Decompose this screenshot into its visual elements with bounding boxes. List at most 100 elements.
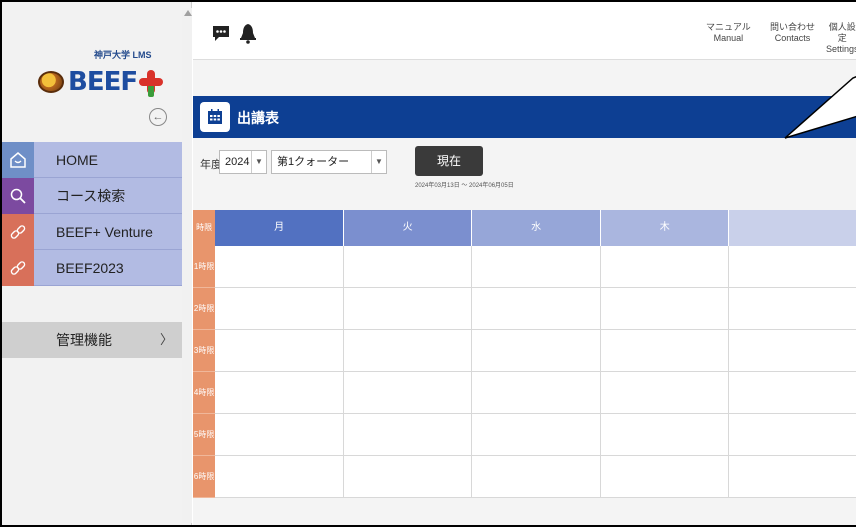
timetable-cell[interactable]: [343, 414, 473, 456]
timetable-cell[interactable]: [343, 372, 473, 414]
period-header: 時限: [193, 210, 216, 246]
settings-link[interactable]: 個人設定 Settings: [826, 22, 856, 55]
page-title: 出講表: [237, 110, 279, 126]
year-value: 2024: [225, 156, 250, 168]
timetable-header: 時限 月 火 水 木: [193, 210, 856, 246]
chevron-right-icon: 〉: [160, 332, 174, 347]
date-range: 2024年03月13日 ～ 2024年06月05日: [415, 183, 514, 189]
day-header-thu: 木: [600, 210, 730, 246]
home-icon: [2, 142, 34, 178]
contacts-label-ja: 問い合わせ: [770, 22, 816, 32]
university-label: 神戸大学 LMS: [94, 50, 152, 60]
day-header-mon: 月: [215, 210, 344, 246]
manual-label-ja: マニュアル: [706, 22, 751, 32]
timetable-cell[interactable]: [600, 330, 730, 372]
search-icon: [2, 178, 34, 214]
timetable-cell[interactable]: [600, 456, 730, 498]
chevron-down-icon: ▼: [371, 151, 386, 173]
sidebar-scrollbar[interactable]: [182, 8, 192, 523]
timetable-cell[interactable]: [600, 372, 730, 414]
timetable-cell[interactable]: [215, 456, 344, 498]
timetable-cell[interactable]: [472, 330, 601, 372]
brand-logo[interactable]: BEEF: [38, 66, 164, 98]
manual-label-en: Manual: [713, 33, 744, 43]
timetable-cell[interactable]: [600, 414, 730, 456]
sidebar-item-home[interactable]: HOME: [2, 142, 182, 178]
calendar-icon: [200, 102, 230, 132]
day-header-wed: 水: [472, 210, 601, 246]
callout-pointer-icon: [784, 76, 856, 139]
timetable-cell[interactable]: [729, 246, 856, 288]
sidebar-item-admin[interactable]: 管理機能 〉: [2, 322, 182, 358]
sidebar-item-label: コース検索: [56, 188, 126, 204]
timetable-cell[interactable]: [472, 456, 601, 498]
day-header-tue: 火: [343, 210, 473, 246]
period-label: 5時限: [193, 414, 216, 456]
contacts-link[interactable]: 問い合わせ Contacts: [770, 22, 815, 44]
year-select[interactable]: 2024 ▼: [219, 150, 267, 174]
contacts-label-en: Contacts: [774, 33, 811, 43]
timetable-cell[interactable]: [343, 246, 473, 288]
timetable-cell[interactable]: [729, 372, 856, 414]
scroll-up-icon[interactable]: [184, 10, 192, 16]
timetable-cell[interactable]: [343, 288, 473, 330]
timetable-cell[interactable]: [215, 414, 344, 456]
table-row: 2時限: [193, 288, 856, 330]
sidebar-item-beef-venture[interactable]: BEEF+ Venture: [2, 214, 182, 250]
sidebar-nav: HOME コース検索 BEEF+ Venture BEEF2023: [2, 142, 182, 286]
sidebar-item-label: BEEF+ Venture: [56, 224, 153, 240]
timetable-cell[interactable]: [215, 330, 344, 372]
day-header-fri: [729, 210, 856, 246]
timetable-cell[interactable]: [729, 288, 856, 330]
settings-label-en: Settings: [826, 44, 856, 54]
table-row: 4時限: [193, 372, 856, 414]
manual-link[interactable]: マニュアル Manual: [706, 22, 751, 44]
timetable-cell[interactable]: [215, 288, 344, 330]
timetable-cell[interactable]: [472, 372, 601, 414]
potato-logo-icon: [38, 71, 64, 93]
sidebar-item-label: BEEF2023: [56, 260, 124, 276]
brand-text: BEEF: [68, 67, 138, 97]
timetable-cell[interactable]: [343, 330, 473, 372]
top-header: マニュアル Manual 問い合わせ Contacts 個人設定 Setting…: [193, 2, 856, 60]
now-button[interactable]: 現在: [415, 146, 483, 176]
plus-logo-icon: [139, 70, 164, 97]
timetable-cell[interactable]: [472, 246, 601, 288]
period-label: 6時限: [193, 456, 216, 498]
quarter-value: 第1クォーター: [277, 156, 350, 168]
period-label: 3時限: [193, 330, 216, 372]
timetable-cell[interactable]: [472, 288, 601, 330]
table-row: 6時限: [193, 456, 856, 498]
timetable-cell[interactable]: [600, 246, 730, 288]
admin-label: 管理機能: [56, 332, 112, 348]
sidebar: 神戸大学 LMS BEEF ← HOME コース検索 BEEF+ Venture…: [2, 2, 192, 525]
period-label: 4時限: [193, 372, 216, 414]
timetable-cell[interactable]: [472, 414, 601, 456]
timetable-cell[interactable]: [729, 456, 856, 498]
app-window: 神戸大学 LMS BEEF ← HOME コース検索 BEEF+ Venture…: [0, 0, 856, 527]
page-title-bar: 出講表: [193, 96, 856, 138]
period-label: 1時限: [193, 246, 216, 288]
link-icon: [2, 214, 34, 250]
table-row: 5時限: [193, 414, 856, 456]
collapse-sidebar-button[interactable]: ←: [149, 108, 167, 126]
main-content: 出講表 年度 2024 ▼ 第1クォーター ▼ 現在 2024年03月13日 ～…: [193, 60, 856, 525]
timetable-cell[interactable]: [729, 414, 856, 456]
sidebar-item-course-search[interactable]: コース検索: [2, 178, 182, 214]
timetable-cell[interactable]: [343, 456, 473, 498]
logo-area: 神戸大学 LMS BEEF ←: [2, 2, 182, 140]
timetable-cell[interactable]: [600, 288, 730, 330]
link-icon: [2, 250, 34, 286]
settings-label-ja: 個人設定: [828, 22, 856, 43]
filter-bar: 年度 2024 ▼ 第1クォーター ▼ 現在 2024年03月13日 ～ 202…: [193, 146, 856, 196]
timetable-cell[interactable]: [215, 246, 344, 288]
chat-icon[interactable]: [211, 24, 231, 47]
bell-icon[interactable]: [239, 22, 257, 49]
timetable-cell[interactable]: [215, 372, 344, 414]
table-row: 1時限: [193, 246, 856, 288]
timetable-cell[interactable]: [729, 330, 856, 372]
period-label: 2時限: [193, 288, 216, 330]
sidebar-item-beef2023[interactable]: BEEF2023: [2, 250, 182, 286]
chevron-down-icon: ▼: [251, 151, 266, 173]
quarter-select[interactable]: 第1クォーター ▼: [271, 150, 387, 174]
